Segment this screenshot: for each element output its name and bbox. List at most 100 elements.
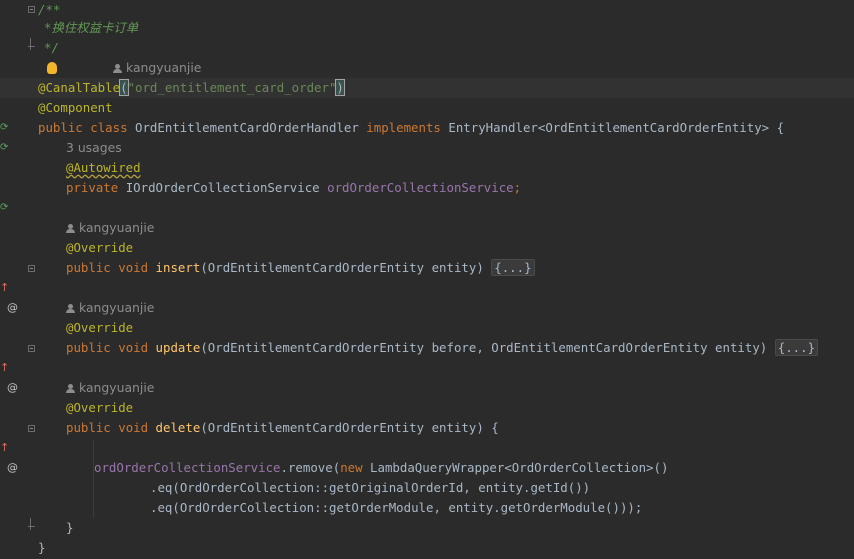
code-line[interactable]: ⟳ public class OrdEntitlementCardOrderHa… <box>0 118 854 153</box>
code-line[interactable]: } <box>0 538 854 558</box>
bean-icon[interactable]: ⟳ <box>0 198 8 218</box>
doc-comment-text: *换住权益卡订单 <box>44 20 139 35</box>
code-line[interactable]: @Override <box>0 398 854 418</box>
remove-call: .remove( <box>280 460 341 475</box>
field-usages-hint[interactable]: 3 usages <box>66 138 122 158</box>
fold-toggle-icon[interactable] <box>28 345 35 352</box>
table-name-string: "ord_entitlement_card_order" <box>127 80 337 95</box>
person-icon <box>66 304 75 313</box>
fold-toggle-icon[interactable] <box>28 425 35 432</box>
method-insert-declaration[interactable]: public void insert(OrdEntitlementCardOrd… <box>66 258 535 278</box>
author-name: kangyuanjie <box>79 300 155 315</box>
interface-type: EntryHandler<OrdEntitlementCardOrderEnti… <box>448 120 770 135</box>
fold-end-icon[interactable] <box>28 518 35 530</box>
keyword-public: public <box>66 260 111 275</box>
method-params: (OrdEntitlementCardOrderEntity entity) <box>200 420 484 435</box>
method-delete-declaration[interactable]: public void delete(OrdEntitlementCardOrd… <box>66 418 499 438</box>
field-declaration[interactable]: private IOrdOrderCollectionService ordOr… <box>66 178 521 198</box>
code-line[interactable]: ↑ @ public void delete(OrdEntitlementCar… <box>0 418 854 474</box>
keyword-class: class <box>90 120 128 135</box>
keyword-new: new <box>340 460 363 475</box>
override-annotation: @Override <box>66 400 134 415</box>
method-params: (OrdEntitlementCardOrderEntity entity) <box>200 260 484 275</box>
class-close-brace: } <box>38 540 46 555</box>
open-brace: { <box>491 420 499 435</box>
author-name: kangyuanjie <box>126 60 202 75</box>
method-name: delete <box>155 420 201 435</box>
override-annotation: @Override <box>66 320 134 335</box>
code-line[interactable]: kangyuanjie <box>0 218 854 238</box>
paren-open: ( <box>118 79 129 96</box>
lightbulb-icon[interactable] <box>47 62 57 74</box>
annotation-name: @CanalTable <box>38 80 121 95</box>
code-editor[interactable]: /** *换住权益卡订单 */ nusages kangyuanjie @Can… <box>0 0 854 559</box>
method-author-hint[interactable]: kangyuanjie <box>66 218 154 238</box>
implements-method-icon[interactable]: ↑ <box>0 358 9 378</box>
code-line[interactable]: ↑ @ public void insert(OrdEntitlementCar… <box>0 258 854 314</box>
code-line[interactable]: kangyuanjie <box>0 298 854 318</box>
method-author-hint[interactable]: kangyuanjie <box>66 298 154 318</box>
keyword-public: public <box>66 340 111 355</box>
code-line-current[interactable]: @CanalTable("ord_entitlement_card_order"… <box>0 78 854 98</box>
code-line[interactable]: .eq(OrdOrderCollection::getOrderModule, … <box>0 498 854 518</box>
keyword-private: private <box>66 180 119 195</box>
class-name: OrdEntitlementCardOrderHandler <box>135 120 359 135</box>
code-line[interactable]: @Override <box>0 238 854 258</box>
fold-toggle-icon[interactable] <box>28 6 35 13</box>
method-name: update <box>155 340 201 355</box>
code-line[interactable]: nusages kangyuanjie <box>0 58 854 95</box>
code-line[interactable]: ↑ @ public void update(OrdEntitlementCar… <box>0 338 854 394</box>
code-line[interactable]: ⟳ private IOrdOrderCollectionService ord… <box>0 178 854 213</box>
code-line[interactable]: */ <box>0 38 854 58</box>
paren-close: ) <box>335 79 345 96</box>
component-annotation: @Component <box>38 100 113 115</box>
keyword-public: public <box>38 120 83 135</box>
keyword-implements: implements <box>366 120 441 135</box>
fold-toggle-icon[interactable] <box>28 265 35 272</box>
override-annotation: @Override <box>66 240 134 255</box>
method-update-declaration[interactable]: public void update(OrdEntitlementCardOrd… <box>66 338 819 358</box>
chain-call-original-order: .eq(OrdOrderCollection::getOriginalOrder… <box>150 480 591 495</box>
code-line[interactable]: @Override <box>0 318 854 338</box>
class-author-hint[interactable]: kangyuanjie <box>113 58 201 78</box>
remove-call-statement[interactable]: ordOrderCollectionService.remove(new Lam… <box>94 458 668 478</box>
person-icon <box>113 64 122 73</box>
method-close-brace: } <box>66 520 74 535</box>
method-name: insert <box>155 260 201 275</box>
code-line[interactable]: } <box>0 518 854 538</box>
code-line[interactable]: ordOrderCollectionService.remove(new Lam… <box>0 458 854 478</box>
semicolon: ; <box>513 180 522 195</box>
chain-call-order-module: .eq(OrdOrderCollection::getOrderModule, … <box>150 500 643 515</box>
method-params: (OrdEntitlementCardOrderEntity before, O… <box>200 340 768 355</box>
implements-method-icon[interactable]: ↑ <box>0 438 9 458</box>
code-line[interactable]: /** <box>0 0 854 20</box>
code-line[interactable]: *换住权益卡订单 <box>0 18 854 38</box>
author-name: kangyuanjie <box>79 380 155 395</box>
code-line[interactable]: kangyuanjie <box>0 378 854 398</box>
wrapper-type: LambdaQueryWrapper<OrdOrderCollection>() <box>370 460 669 475</box>
doc-comment-open: /** <box>38 2 61 17</box>
call-receiver: ordOrderCollectionService <box>94 460 281 475</box>
code-line[interactable]: @Autowired <box>0 158 854 178</box>
class-declaration[interactable]: public class OrdEntitlementCardOrderHand… <box>38 118 784 138</box>
folded-body[interactable]: {...} <box>491 259 535 276</box>
keyword-void: void <box>118 260 149 275</box>
folded-body[interactable]: {...} <box>774 339 819 356</box>
person-icon <box>66 224 75 233</box>
field-type: IOrdOrderCollectionService <box>125 180 320 195</box>
code-line[interactable]: ⟳ @Component <box>0 98 854 133</box>
person-icon <box>66 384 75 393</box>
author-name: kangyuanjie <box>79 220 155 235</box>
field-name: ordOrderCollectionService <box>327 180 514 195</box>
method-author-hint[interactable]: kangyuanjie <box>66 378 154 398</box>
keyword-public: public <box>66 420 111 435</box>
fold-end-icon[interactable] <box>28 38 35 50</box>
code-line[interactable]: .eq(OrdOrderCollection::getOriginalOrder… <box>0 478 854 498</box>
doc-comment-close: */ <box>44 40 59 55</box>
keyword-void: void <box>118 420 149 435</box>
code-line[interactable]: 3 usages <box>0 138 854 158</box>
implements-method-icon[interactable]: ↑ <box>0 278 9 298</box>
autowired-annotation: @Autowired <box>66 160 141 175</box>
open-brace: { <box>776 120 785 135</box>
canal-table-annotation[interactable]: @CanalTable("ord_entitlement_card_order"… <box>38 78 345 98</box>
